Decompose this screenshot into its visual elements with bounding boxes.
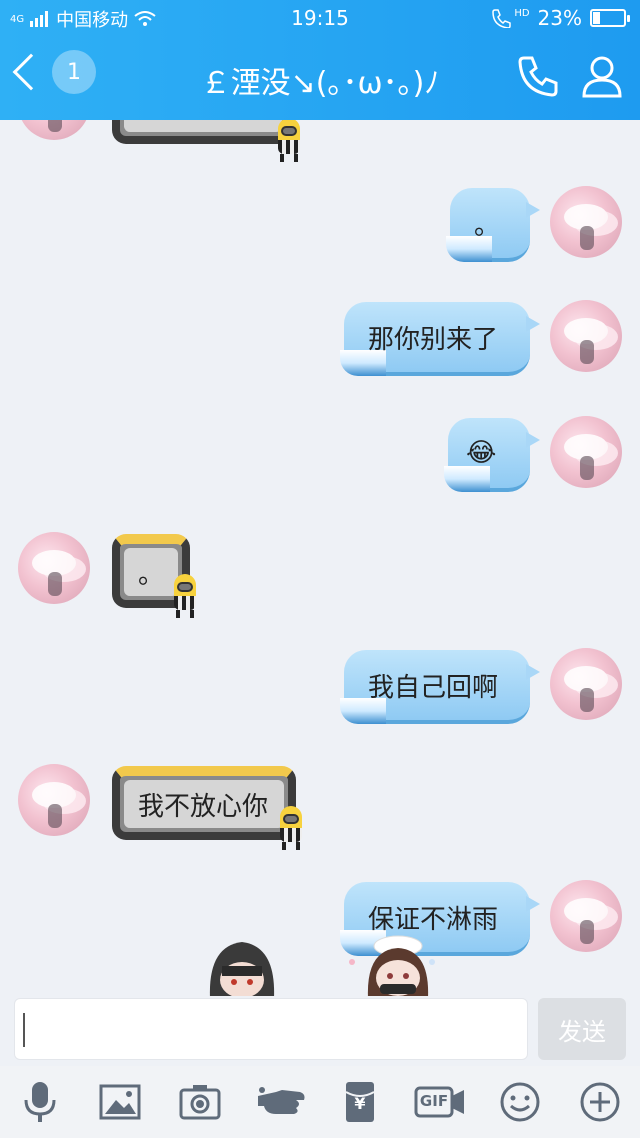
avatar-self[interactable] [550, 300, 622, 372]
minion-sticker-icon [274, 806, 308, 850]
message-bubble-right[interactable]: 那你别来了 [340, 302, 540, 376]
nav-bar: 1 ￡湮没↘(｡･ω･｡)ﾉ [0, 36, 640, 120]
message-input[interactable] [14, 998, 528, 1060]
message-bubble-right[interactable]: 我自己回啊 [340, 650, 540, 724]
hd-call-icon [492, 9, 512, 28]
camera-icon[interactable] [178, 1080, 222, 1124]
status-bar: 4G 中国移动 19:15 HD 23% [0, 0, 640, 34]
message-bubble-right[interactable]: 😂 [444, 418, 540, 492]
avatar-self[interactable] [550, 880, 622, 952]
chat-title: ￡湮没↘(｡･ω･｡)ﾉ [200, 66, 440, 101]
phone-call-icon[interactable] [514, 52, 562, 100]
avatar-self[interactable] [550, 648, 622, 720]
emoji-icon[interactable] [498, 1080, 542, 1124]
input-row: 发送 [0, 996, 640, 1066]
back-button[interactable]: 1 [10, 50, 96, 94]
message-bubble-left[interactable]: 我不放心你 [112, 766, 296, 840]
image-icon[interactable] [98, 1080, 142, 1124]
hd-label: HD [514, 7, 530, 19]
gif-icon[interactable]: GIF [414, 1080, 466, 1124]
minion-sticker-icon [272, 120, 306, 162]
avatar-contact[interactable] [18, 120, 90, 140]
red-packet-icon[interactable]: ¥ [338, 1080, 382, 1124]
laughing-emoji-icon: 😂 [466, 438, 497, 468]
message-list[interactable]: 。 那你别来了 😂 。 我自己回啊 我不放心你 保证不淋雨 [0, 120, 640, 996]
unread-badge: 1 [52, 50, 96, 94]
wave-decoration [444, 466, 490, 492]
red-packet-label: ¥ [354, 1094, 366, 1113]
poke-icon[interactable] [256, 1080, 308, 1124]
avatar-contact[interactable] [18, 532, 90, 604]
chat-header: 4G 中国移动 19:15 HD 23% 1 ￡湮没↘(｡･ω･｡)ﾉ [0, 0, 640, 120]
mic-icon[interactable] [18, 1080, 62, 1124]
chevron-left-icon [12, 53, 50, 91]
battery-fill [593, 12, 600, 24]
avatar-contact[interactable] [18, 764, 90, 836]
battery-percent: 23% [537, 6, 582, 30]
minion-sticker-icon [168, 574, 202, 618]
plus-icon[interactable] [578, 1080, 622, 1124]
gif-label: GIF [419, 1092, 449, 1110]
status-right: HD 23% [490, 6, 630, 30]
chat-toolbar: ¥ GIF [0, 1066, 640, 1138]
message-bubble-right[interactable]: 。 [446, 188, 540, 262]
message-bubble-left[interactable] [112, 120, 294, 144]
anime-sticker-sailor-icon [349, 935, 435, 996]
text-caret [23, 1013, 25, 1047]
send-button[interactable]: 发送 [538, 998, 626, 1060]
anime-sticker-hooded-icon [209, 942, 275, 996]
avatar-self[interactable] [550, 416, 622, 488]
profile-icon[interactable] [578, 52, 626, 100]
avatar-self[interactable] [550, 186, 622, 258]
battery-icon [590, 9, 630, 27]
